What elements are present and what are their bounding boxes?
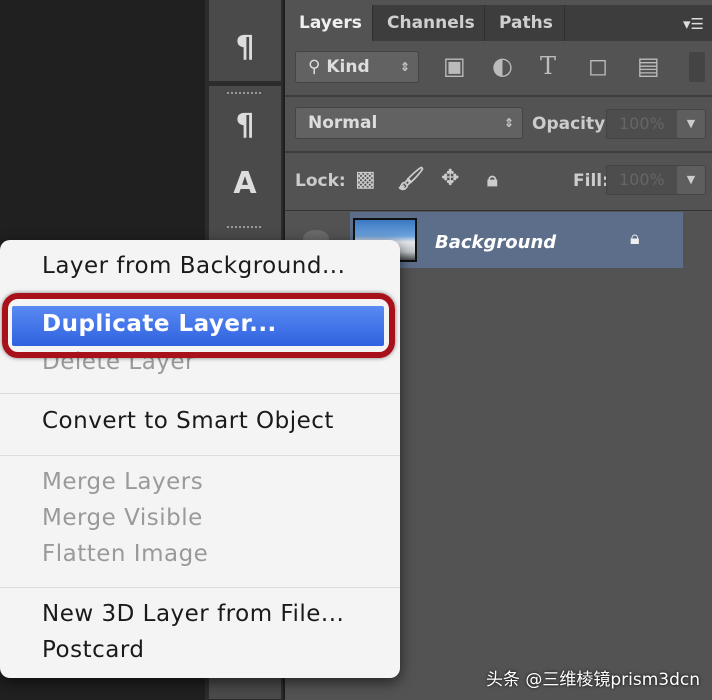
fill-input[interactable]: 100% ▼ <box>606 165 706 195</box>
adjustment-filter-icon[interactable]: ◐ <box>492 52 513 80</box>
layer-name[interactable]: Background <box>435 232 556 253</box>
updown-icon: ⇕ <box>399 60 410 74</box>
menu-separator <box>0 587 400 588</box>
menu-separator <box>0 393 400 394</box>
type-filter-icon[interactable]: T <box>540 52 556 80</box>
layer-lock-icon: 🔒︎ <box>630 228 640 249</box>
lock-move-icon[interactable]: ✥ <box>441 166 459 191</box>
menu-item-merge-layers: Merge Layers <box>42 469 204 495</box>
tab-channels[interactable]: Channels <box>373 5 485 41</box>
lock-row: Lock: ▩ 🖌︎ ✥ 🔒︎ Fill: 100% ▼ <box>285 153 712 209</box>
smart-object-filter-icon[interactable]: ▤ <box>637 52 660 80</box>
shape-filter-icon[interactable]: ◻ <box>588 52 608 80</box>
lock-label: Lock: <box>295 171 346 191</box>
menu-item-postcard[interactable]: Postcard <box>42 637 145 663</box>
pixel-filter-icon[interactable]: ▣ <box>443 52 466 80</box>
lock-all-icon[interactable]: 🔒︎ <box>487 167 498 191</box>
blend-mode-select[interactable]: Normal ⇕ <box>295 107 523 139</box>
grip-handle[interactable] <box>227 226 261 229</box>
filter-toggle[interactable] <box>689 52 705 82</box>
character-styles-icon[interactable]: A <box>209 166 281 201</box>
paragraph-styles-icon[interactable]: ¶ <box>209 108 281 143</box>
kind-filter-select[interactable]: ⚲ Kind ⇕ <box>295 51 419 83</box>
fill-value: 100% <box>619 170 665 189</box>
fill-label: Fill: <box>573 171 609 191</box>
dropdown-arrow-icon[interactable]: ▼ <box>677 110 705 138</box>
tab-paths[interactable]: Paths <box>485 5 565 41</box>
menu-separator <box>0 455 400 456</box>
menu-item-new-3d-layer[interactable]: New 3D Layer from File... <box>42 601 344 627</box>
panel-tabs: Layers Channels Paths ▾☰ <box>285 5 712 41</box>
grip-handle[interactable] <box>227 92 261 95</box>
panel-menu-icon[interactable]: ▾☰ <box>683 15 704 33</box>
blend-row: Normal ⇕ Opacity: 100% ▼ <box>285 97 712 153</box>
lock-brush-icon[interactable]: 🖌︎ <box>397 167 425 192</box>
menu-item-merge-visible: Merge Visible <box>42 505 203 531</box>
menu-item-convert-to-smart-object[interactable]: Convert to Smart Object <box>42 408 334 434</box>
kind-label: Kind <box>326 57 370 77</box>
blend-mode-value: Normal <box>308 113 378 133</box>
highlight-annotation-ring <box>2 293 395 358</box>
opacity-value: 100% <box>619 114 665 133</box>
menu-item-layer-from-background[interactable]: Layer from Background... <box>42 253 345 279</box>
menu-item-flatten-image: Flatten Image <box>42 541 209 567</box>
lock-transparent-icon[interactable]: ▩ <box>355 167 376 192</box>
dropdown-arrow-icon[interactable]: ▼ <box>677 166 705 194</box>
paragraph-panel-button[interactable]: ¶ <box>209 0 281 82</box>
opacity-label: Opacity: <box>532 114 613 134</box>
opacity-input[interactable]: 100% ▼ <box>606 109 706 139</box>
watermark: 头条 @三维棱镜prism3dcn <box>485 670 700 690</box>
divider <box>285 210 712 211</box>
updown-icon: ⇕ <box>503 116 514 130</box>
tab-layers[interactable]: Layers <box>285 5 373 41</box>
paragraph-icon: ¶ <box>235 30 255 65</box>
